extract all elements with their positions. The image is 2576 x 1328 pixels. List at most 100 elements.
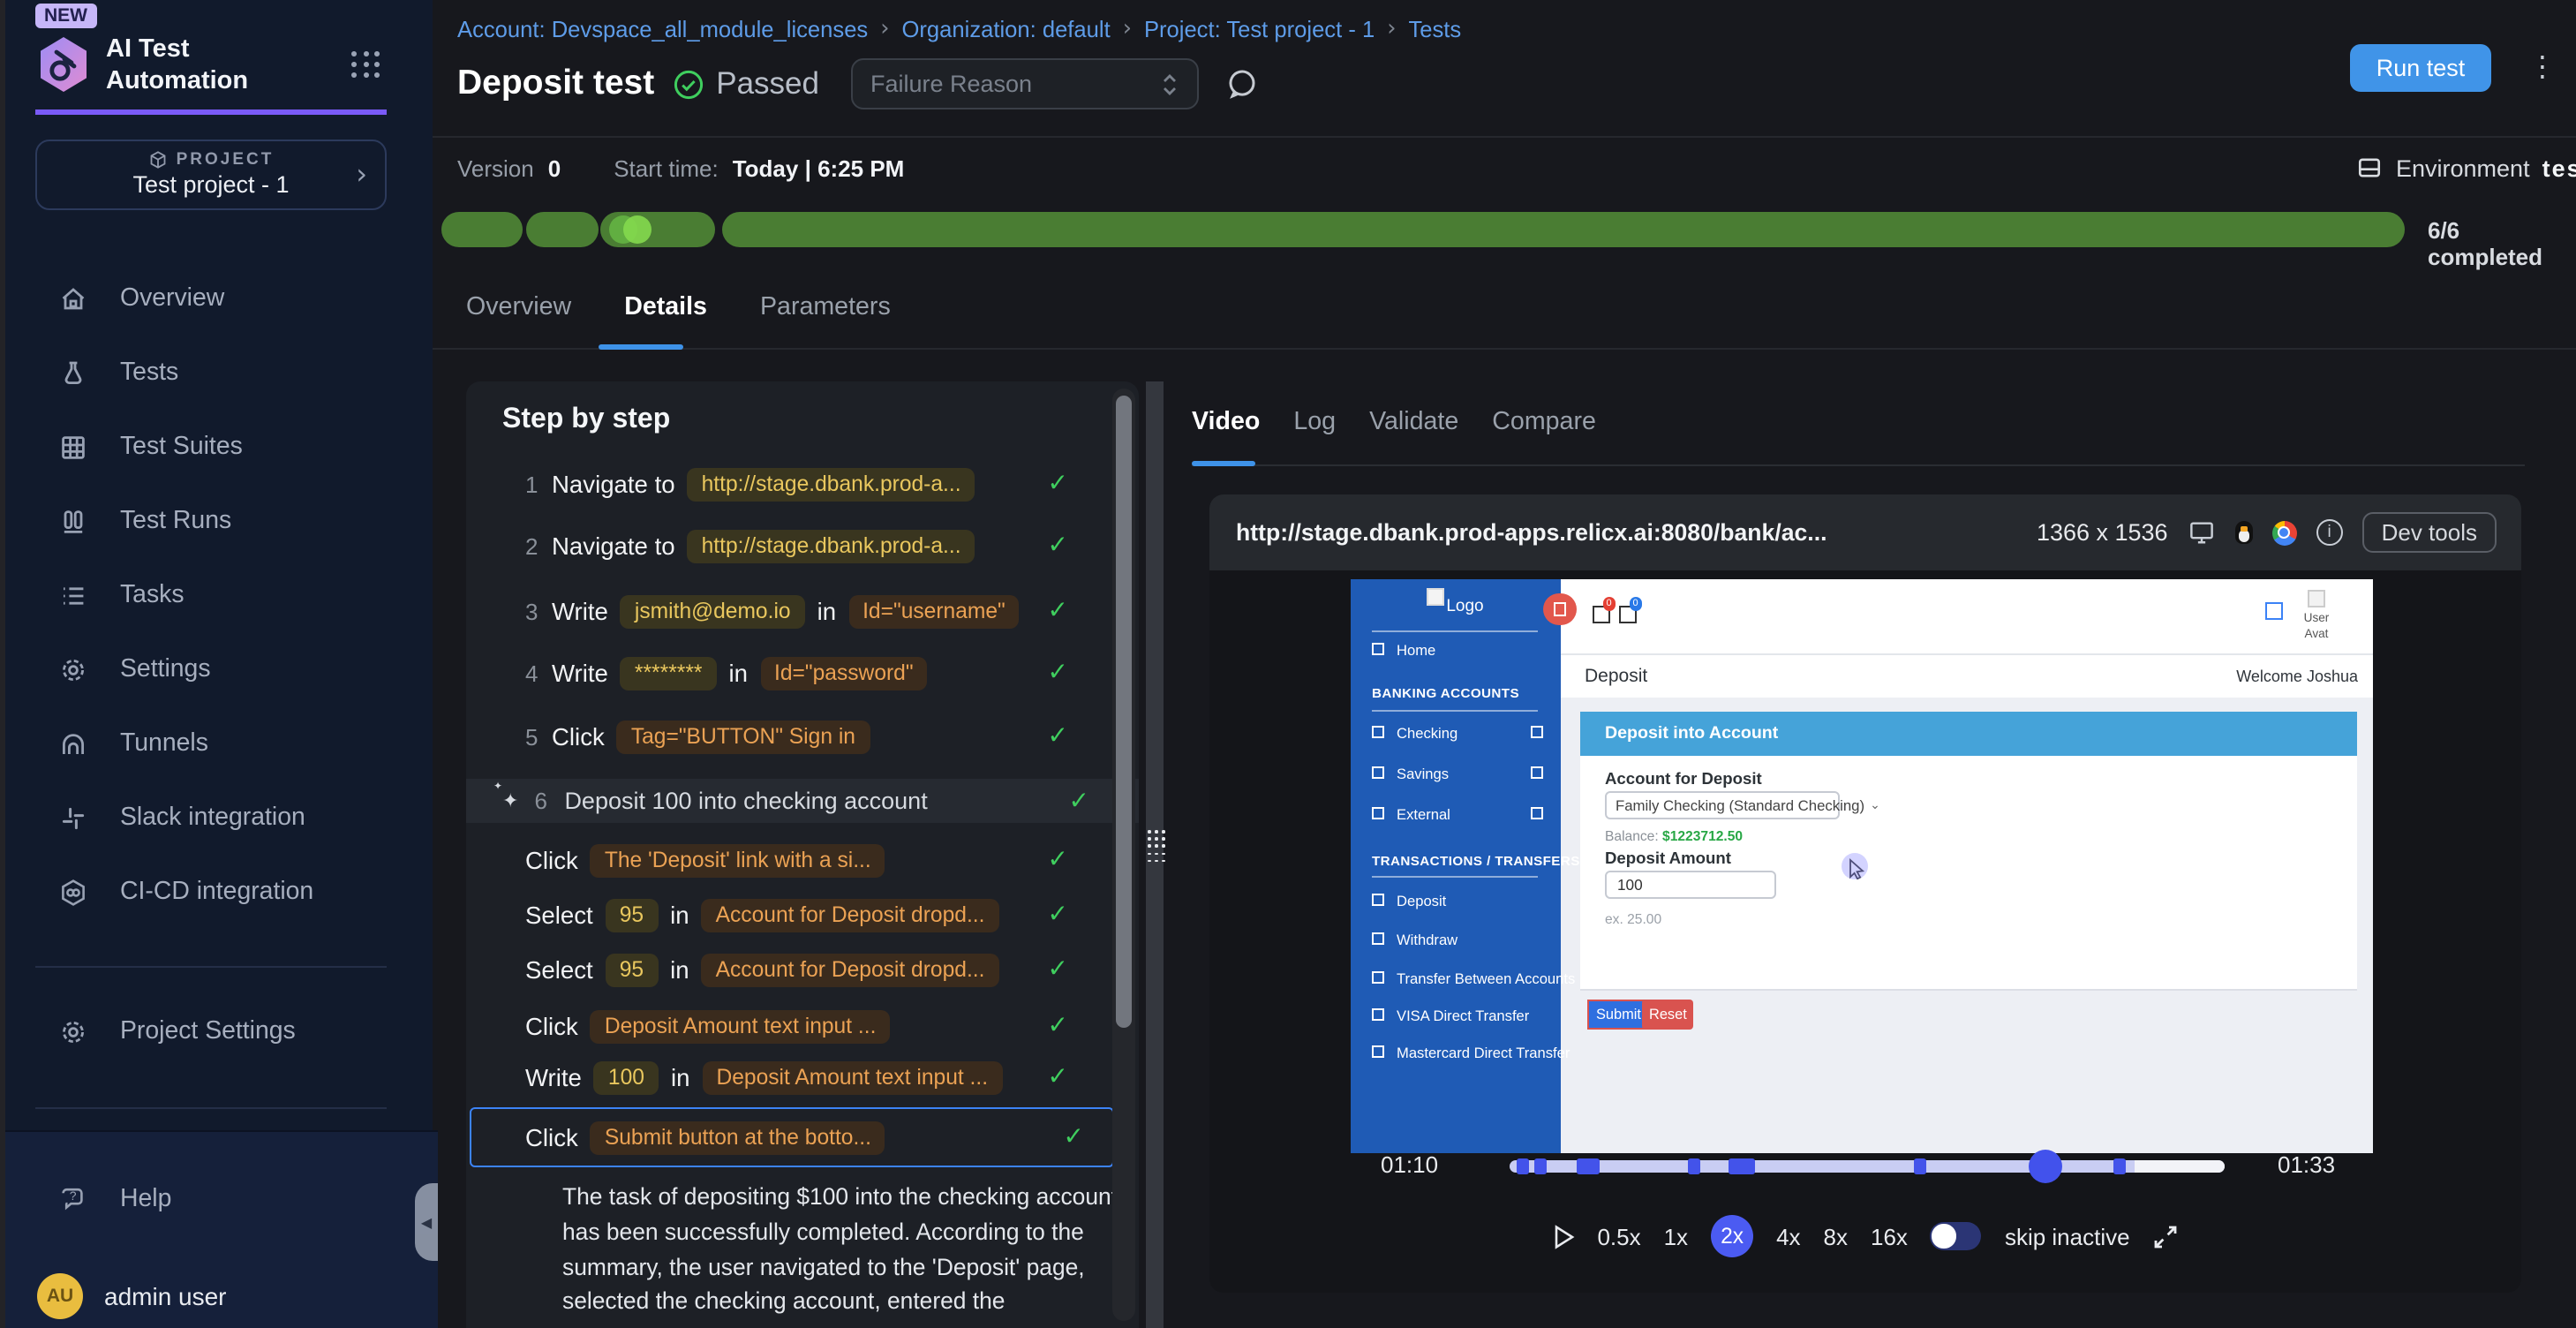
step-row-2[interactable]: 2 Navigate to http://stage.dbank.prod-a.… [465,526,1118,565]
locator-chip[interactable]: Tag="BUTTON" Sign in [617,720,870,753]
sidebar-item-tests[interactable]: Tests [5,336,438,410]
value-chip[interactable]: http://stage.dbank.prod-a... [688,467,975,501]
session-url[interactable]: http://stage.dbank.prod-apps.relicx.ai:8… [1236,519,1827,546]
locator-chip[interactable]: Account for Deposit dropd... [702,898,999,932]
apps-grid-icon[interactable] [351,51,381,78]
sidebar-item-tunnels[interactable]: Tunnels [5,706,438,781]
breadcrumb-organization[interactable]: Organization: default [902,16,1111,42]
bank-nav-deposit[interactable]: Deposit [1351,887,1560,912]
step-row-5[interactable]: 5 Click Tag="BUTTON" Sign in ✓ [465,717,1118,756]
bank-user-avatar[interactable]: User Avat [2294,589,2339,643]
sidebar-item-overview[interactable]: Overview [5,261,438,336]
bank-nav-withdraw[interactable]: Withdraw [1351,926,1560,951]
timeline-marker[interactable] [1914,1158,1926,1174]
sidebar-collapse-button[interactable]: ◀ [415,1183,438,1261]
substep-row-4[interactable]: Click Deposit Amount text input ... ✓ [465,1007,1118,1045]
timeline-marker[interactable] [1689,1158,1701,1174]
scrollbar-thumb[interactable] [1116,396,1132,1028]
panel-resize-divider[interactable] [1145,381,1163,1328]
bank-nav-transfer[interactable]: Transfer Between Accounts [1351,965,1560,990]
substep-row-3[interactable]: Select 95 in Account for Deposit dropd..… [465,950,1118,989]
video-timeline[interactable] [1510,1160,2225,1172]
sidebar-item-project-settings[interactable]: Project Settings [5,994,438,1068]
locator-chip[interactable]: Id="password" [760,656,928,690]
step-group-header[interactable]: ✦ 6 Deposit 100 into checking account ✓ [465,779,1139,823]
speed-2x-active[interactable]: 2x [1711,1215,1753,1257]
breadcrumb-project[interactable]: Project: Test project - 1 [1144,16,1375,42]
user-menu[interactable]: AU admin user [37,1273,227,1319]
dev-tools-button[interactable]: Dev tools [2362,512,2497,553]
progress-segment[interactable] [441,212,523,247]
timeline-marker[interactable] [1578,1158,1601,1174]
locator-chip[interactable]: The 'Deposit' link with a si... [591,843,885,877]
tab-validate[interactable]: Validate [1369,408,1458,436]
progress-segment[interactable] [600,212,715,247]
skip-inactive-toggle[interactable] [1931,1223,1982,1250]
step-row-4[interactable]: 4 Write ******** in Id="password" ✓ [465,653,1118,692]
locator-chip[interactable]: Account for Deposit dropd... [702,953,999,986]
timeline-marker[interactable] [1728,1158,1754,1174]
playhead-handle[interactable] [2028,1149,2062,1183]
bank-nav-mastercard[interactable]: Mastercard Direct Transfer [1351,1039,1560,1064]
value-chip[interactable]: 95 [606,898,658,932]
substep-row-5[interactable]: Write 100 in Deposit Amount text input .… [465,1058,1118,1097]
help-button[interactable]: ? Help [5,1162,438,1236]
timeline-marker[interactable] [2113,1158,2126,1174]
selected-step-row[interactable]: Click Submit button at the botto... ✓ [469,1107,1114,1167]
amount-input[interactable]: 100 [1605,870,1776,899]
substep-row-2[interactable]: Select 95 in Account for Deposit dropd..… [465,895,1118,934]
sidebar-item-test-runs[interactable]: Test Runs [5,484,438,558]
step-row-3[interactable]: 3 Write jsmith@demo.io in Id="username" … [465,592,1118,630]
locator-chip[interactable]: Deposit Amount text input ... [591,1009,891,1043]
tab-video[interactable]: Video [1192,408,1260,436]
locator-chip[interactable]: Submit button at the botto... [591,1120,885,1154]
breadcrumb-account[interactable]: Account: Devspace_all_module_licenses [457,16,868,42]
steps-scrollbar[interactable] [1112,389,1135,1321]
bank-nav-checking[interactable]: Checking [1351,720,1560,744]
sidebar-item-slack-integration[interactable]: Slack integration [5,781,438,855]
bank-nav-savings[interactable]: Savings [1351,760,1560,785]
bank-topbar-icon[interactable] [2265,601,2283,619]
timeline-marker[interactable] [1534,1158,1547,1174]
sidebar-item-tasks[interactable]: Tasks [5,558,438,632]
step-row-1[interactable]: 1 Navigate to http://stage.dbank.prod-a.… [465,464,1118,503]
tab-compare[interactable]: Compare [1492,408,1596,436]
bank-reset-button[interactable]: Reset [1642,999,1694,1029]
speed-1x[interactable]: 1x [1664,1223,1688,1249]
speed-8x[interactable]: 8x [1824,1223,1848,1249]
bank-nav-external[interactable]: External [1351,801,1560,826]
video-frame[interactable]: Logo Home BANKING ACCOUNTS Checking Savi… [1351,578,2372,1152]
speed-0-5x[interactable]: 0.5x [1597,1223,1640,1249]
failure-reason-select[interactable]: Failure Reason [851,58,1199,109]
locator-chip[interactable]: Deposit Amount text input ... [702,1060,1002,1094]
bank-submit-button[interactable]: Submit [1587,999,1650,1029]
drag-handle-icon[interactable] [1148,830,1162,863]
value-chip[interactable]: ******** [621,656,717,690]
value-chip[interactable]: jsmith@demo.io [621,594,805,628]
value-chip[interactable]: http://stage.dbank.prod-a... [688,529,975,562]
account-select[interactable]: Family Checking (Standard Checking)⌄ [1605,790,1840,819]
tab-log[interactable]: Log [1293,408,1336,436]
info-icon[interactable]: i [2316,519,2343,546]
locator-chip[interactable]: Id="username" [848,594,1020,628]
sidebar-item-test-suites[interactable]: Test Suites [5,410,438,484]
tab-overview[interactable]: Overview [466,293,571,321]
project-selector[interactable]: PROJECT Test project - 1 › [35,140,387,210]
play-button[interactable] [1551,1223,1574,1249]
timeline-marker[interactable] [1517,1158,1529,1174]
kebab-menu-icon[interactable]: ⋮ [2528,49,2557,83]
tab-details[interactable]: Details [624,293,707,321]
breadcrumb-tests[interactable]: Tests [1408,16,1461,42]
sidebar-item-cicd-integration[interactable]: CI-CD integration [5,855,438,929]
run-test-button[interactable]: Run test [2350,44,2491,92]
progress-segment[interactable] [525,212,598,247]
tab-parameters[interactable]: Parameters [760,293,891,321]
speed-16x[interactable]: 16x [1871,1223,1908,1249]
bank-nav-home[interactable]: Home [1351,637,1560,661]
fullscreen-icon[interactable] [2153,1223,2180,1249]
bank-window-icon[interactable]: 0 [1619,605,1637,622]
sidebar-item-settings[interactable]: Settings [5,632,438,706]
value-chip[interactable]: 100 [594,1060,659,1094]
bank-nav-visa[interactable]: VISA Direct Transfer [1351,1002,1560,1027]
speed-4x[interactable]: 4x [1776,1223,1800,1249]
